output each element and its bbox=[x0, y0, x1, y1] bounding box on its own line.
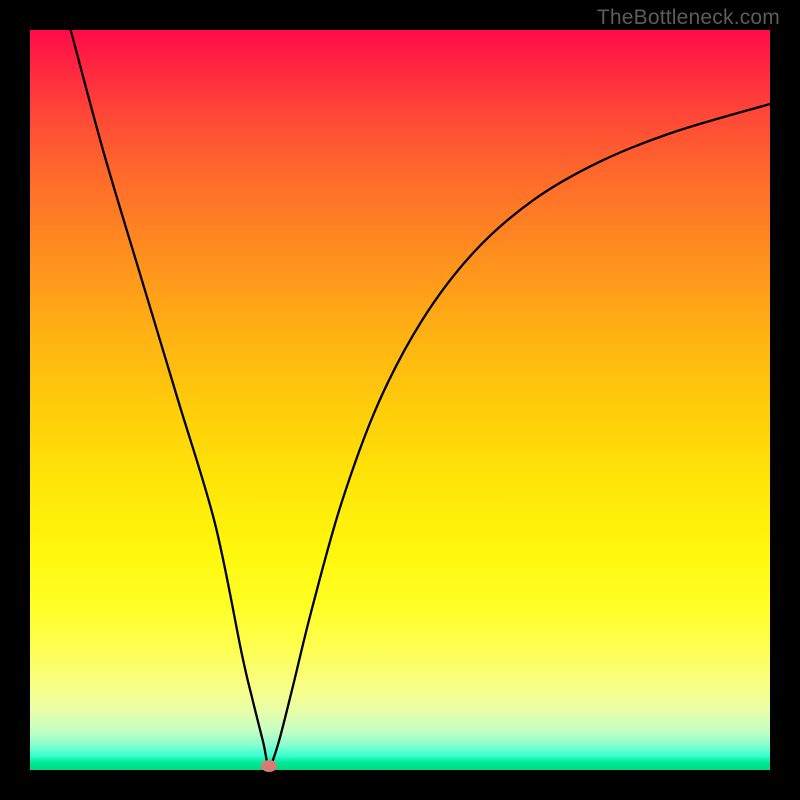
chart-frame: TheBottleneck.com bbox=[0, 0, 800, 800]
optimum-marker bbox=[261, 760, 277, 772]
watermark-text: TheBottleneck.com bbox=[597, 6, 780, 30]
plot-area bbox=[30, 30, 770, 770]
bottleneck-curve bbox=[30, 30, 770, 770]
